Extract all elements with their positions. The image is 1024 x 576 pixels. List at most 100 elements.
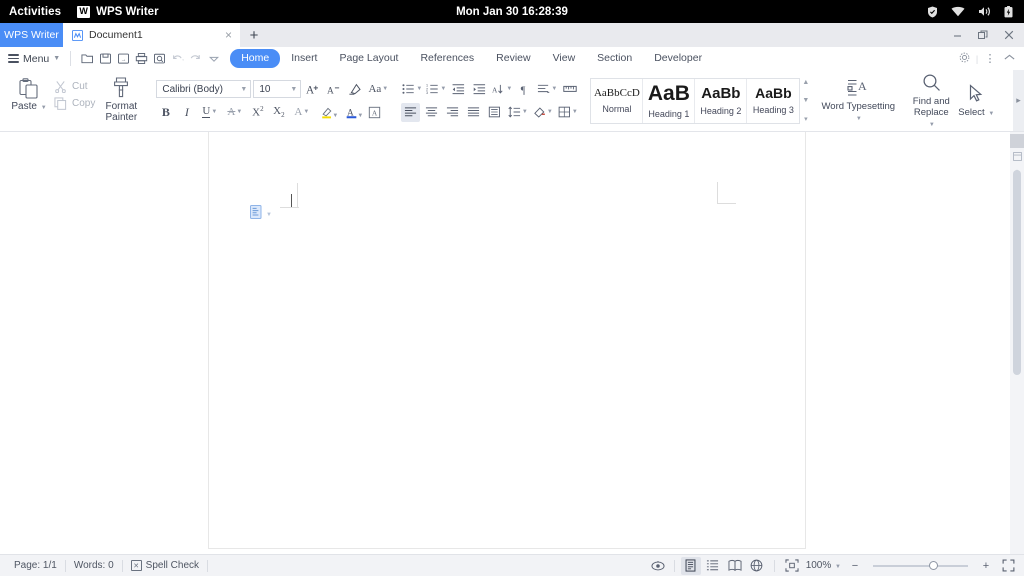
align-left-icon[interactable] <box>401 102 421 122</box>
zoom-slider[interactable] <box>873 560 968 570</box>
format-painter-button[interactable]: Format Painter <box>98 76 144 123</box>
align-center-icon[interactable] <box>422 103 441 122</box>
navigation-pane-icon[interactable] <box>1011 150 1023 163</box>
maximize-button[interactable] <box>970 23 996 47</box>
read-mode-icon[interactable] <box>648 557 668 575</box>
spell-check-button[interactable]: ✕ Spell Check <box>123 560 207 571</box>
font-color-icon[interactable]: A ▼ <box>340 103 363 122</box>
open-icon[interactable] <box>79 49 96 68</box>
tab-review[interactable]: Review <box>485 49 541 68</box>
text-effects-icon[interactable]: A ▼ <box>290 103 313 122</box>
tab-page-layout[interactable]: Page Layout <box>328 49 409 68</box>
grow-font-icon[interactable]: A <box>303 80 322 99</box>
find-replace-button[interactable]: Find and Replace ▼ <box>909 71 953 131</box>
subscript-icon[interactable]: X2 <box>269 103 288 122</box>
numbering-icon[interactable]: 1 2 3 ▼ <box>425 80 447 99</box>
document-tab[interactable]: Document1 × <box>63 23 240 47</box>
redo-icon[interactable] <box>187 49 204 68</box>
tab-references[interactable]: References <box>409 49 485 68</box>
wifi-icon[interactable] <box>951 6 965 17</box>
increase-indent-icon[interactable] <box>470 80 489 99</box>
more-options-icon[interactable]: ⋮ <box>982 52 998 65</box>
sort-icon[interactable]: A ▼ <box>491 80 513 99</box>
underline-icon[interactable]: U ▼ <box>198 103 221 122</box>
menu-button[interactable]: Menu ▼ <box>8 53 66 65</box>
style-heading-3[interactable]: AaBb Heading 3 <box>747 79 799 123</box>
line-spacing-icon[interactable]: ▼ <box>506 103 529 122</box>
style-heading-1[interactable]: AaB Heading 1 <box>643 78 696 123</box>
fit-page-icon[interactable] <box>782 557 802 575</box>
shading-icon[interactable]: ▼ <box>531 103 554 122</box>
font-size-input[interactable]: 10 ▼ <box>253 80 302 98</box>
document-canvas[interactable]: ▼ <box>0 132 1010 554</box>
clear-formatting-icon[interactable] <box>345 80 364 99</box>
shrink-font-icon[interactable]: A <box>324 80 343 99</box>
strikethrough-icon[interactable]: A ▼ <box>223 103 246 122</box>
tab-insert[interactable]: Insert <box>280 49 328 68</box>
word-count[interactable]: Words: 0 <box>66 560 122 571</box>
borders-icon[interactable]: ▼ <box>556 103 579 122</box>
word-typesetting-button[interactable]: A Word Typesetting ▼ <box>821 76 896 125</box>
outline-icon[interactable] <box>703 557 723 575</box>
styles-scroll-up-icon[interactable]: ▲ <box>802 79 809 86</box>
style-normal[interactable]: AaBbCcD Normal <box>591 78 644 123</box>
zoom-level[interactable]: 100% ▼ <box>804 560 843 571</box>
print-icon[interactable] <box>133 49 150 68</box>
zoom-slider-handle[interactable] <box>929 560 938 570</box>
paragraph-layout-icon[interactable]: ▼ <box>536 80 558 99</box>
shield-icon[interactable] <box>927 6 938 18</box>
copy-button[interactable]: Copy <box>53 96 95 110</box>
collapse-ribbon-icon[interactable] <box>1001 53 1017 65</box>
activities-button[interactable]: Activities <box>0 6 71 18</box>
style-heading-2[interactable]: AaBb Heading 2 <box>695 78 748 123</box>
wps-brand-tab[interactable]: WPS Writer <box>0 23 63 47</box>
web-layout-icon[interactable] <box>725 557 745 575</box>
justify-icon[interactable] <box>464 103 483 122</box>
zoom-out-button[interactable]: − <box>845 557 865 575</box>
vertical-scrollbar-thumb[interactable] <box>1013 170 1021 375</box>
cut-button[interactable]: Cut <box>53 79 95 93</box>
page-count[interactable]: Page: 1/1 <box>6 560 65 571</box>
superscript-icon[interactable]: X2 <box>248 103 267 122</box>
tab-home[interactable]: Home <box>230 49 281 68</box>
styles-more-icon[interactable]: ▾ <box>804 116 808 123</box>
expand-icon[interactable] <box>998 557 1018 575</box>
system-tray[interactable] <box>927 5 1024 18</box>
bullets-icon[interactable]: ▼ <box>401 80 423 99</box>
undo-icon[interactable] <box>169 49 186 68</box>
save-icon[interactable] <box>97 49 114 68</box>
new-tab-button[interactable]: + <box>240 23 268 47</box>
show-formatting-marks-icon[interactable]: ¶ <box>515 80 534 99</box>
bold-icon[interactable]: B <box>156 103 175 122</box>
paste-button[interactable]: Paste ▼ <box>8 76 50 114</box>
character-shading-icon[interactable]: A <box>365 103 384 122</box>
tab-developer[interactable]: Developer <box>643 49 713 68</box>
print-preview-icon[interactable] <box>151 49 168 68</box>
zoom-in-button[interactable]: + <box>976 557 996 575</box>
gnome-app-indicator[interactable]: W WPS Writer <box>71 5 159 18</box>
print-layout-icon[interactable] <box>680 556 701 575</box>
italic-icon[interactable]: I <box>177 103 196 122</box>
ribbon-expand-icon[interactable]: ▸ <box>1013 70 1024 131</box>
close-tab-icon[interactable]: × <box>223 29 234 41</box>
tab-view[interactable]: View <box>542 49 587 68</box>
ruler-icon[interactable] <box>560 80 579 99</box>
decrease-indent-icon[interactable] <box>449 80 468 99</box>
battery-icon[interactable] <box>1004 5 1013 18</box>
change-case-icon[interactable]: Aa ▼ <box>366 80 390 99</box>
document-page[interactable]: ▼ <box>209 132 805 548</box>
paste-options-button[interactable]: ▼ <box>250 205 272 224</box>
font-name-input[interactable]: Calibri (Body) ▼ <box>156 80 252 98</box>
tab-section[interactable]: Section <box>586 49 643 68</box>
highlight-color-icon[interactable]: ▼ <box>315 103 338 122</box>
customize-icon[interactable] <box>205 49 222 68</box>
select-button[interactable]: Select ▼ <box>955 82 997 120</box>
full-screen-icon[interactable] <box>747 557 767 575</box>
volume-icon[interactable] <box>978 6 991 17</box>
gear-icon[interactable] <box>956 51 972 67</box>
styles-scroll-down-icon[interactable]: ▼ <box>802 97 809 104</box>
distributed-icon[interactable] <box>485 103 504 122</box>
align-right-icon[interactable] <box>443 103 462 122</box>
close-button[interactable] <box>996 23 1022 47</box>
minimize-button[interactable] <box>944 23 970 47</box>
